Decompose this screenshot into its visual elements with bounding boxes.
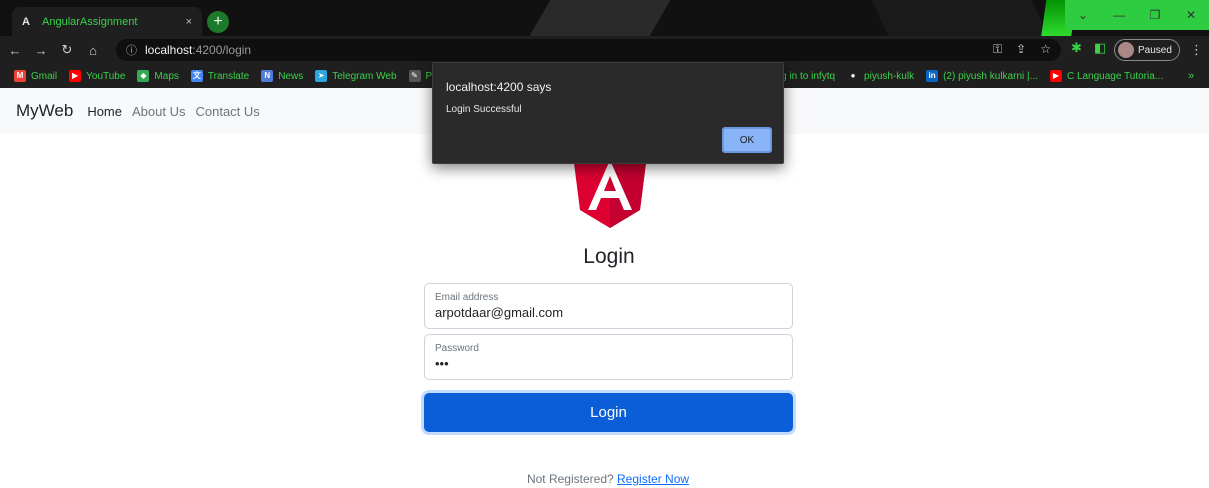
theme-shard xyxy=(529,0,671,36)
bookmark-label: C Language Tutoria... xyxy=(1066,70,1164,82)
url-path: :4200/login xyxy=(192,43,252,57)
bookmark-star-icon[interactable]: ☆ xyxy=(1040,42,1051,57)
bookmark-label: Gmail xyxy=(31,70,58,82)
bookmark-item[interactable]: ▶ C Language Tutoria... xyxy=(1049,70,1164,82)
bookmark-item[interactable]: M Gmail xyxy=(14,70,57,82)
ok-button[interactable]: OK xyxy=(722,127,772,153)
bookmark-label: Maps xyxy=(154,70,179,82)
bookmark-icon: ✎ xyxy=(408,70,421,82)
more-bookmarks-icon[interactable]: » xyxy=(1188,70,1194,82)
side-panel-icon[interactable]: ◧ xyxy=(1094,40,1106,56)
register-prompt-text: Not Registered? xyxy=(526,472,614,486)
password-value[interactable]: ••• xyxy=(435,356,782,371)
alert-dialog: localhost:4200 says Login Successful OK xyxy=(432,62,784,164)
bookmark-item[interactable]: ✎ P xyxy=(408,70,432,82)
bookmark-item[interactable]: ● piyush-kulk xyxy=(847,70,914,82)
browser-tab-bar: A AngularAssignment × + ⌄ — ❐ ✕ xyxy=(0,0,1209,36)
key-icon[interactable]: ⚿ xyxy=(993,42,1002,57)
theme-shard xyxy=(871,0,1049,36)
password-label: Password xyxy=(435,343,479,354)
bookmark-item[interactable]: ➤ Telegram Web xyxy=(315,70,397,82)
login-button[interactable]: Login xyxy=(424,393,793,432)
forward-icon[interactable]: → xyxy=(30,43,52,58)
dialog-title: localhost:4200 says xyxy=(446,80,552,94)
tab-title: AngularAssignment xyxy=(42,15,138,28)
nav-contact-us[interactable]: Contact Us xyxy=(195,104,259,119)
site-info-icon[interactable]: ⓘ xyxy=(126,42,137,58)
bookmark-icon: ◆ xyxy=(137,70,150,82)
back-icon[interactable]: ← xyxy=(4,43,26,58)
nav-home[interactable]: Home xyxy=(87,104,122,119)
email-value[interactable]: arpotdaar@gmail.com xyxy=(435,305,782,320)
home-icon[interactable]: ⌂ xyxy=(82,43,104,58)
bookmark-label: (2) piyush kulkarni |... xyxy=(943,70,1038,82)
bookmark-icon: N xyxy=(261,70,274,82)
bookmark-icon: in xyxy=(926,70,939,82)
bookmark-icon: ➤ xyxy=(315,70,328,82)
extensions-puzzle-icon[interactable]: ✱ xyxy=(1071,40,1082,56)
register-prompt: Not Registered? Register Now xyxy=(0,472,1209,486)
bookmark-icon: ▶ xyxy=(69,70,82,82)
login-heading: Login xyxy=(583,245,635,268)
register-now-link[interactable]: Register Now xyxy=(617,472,689,486)
close-window-icon[interactable]: ✕ xyxy=(1173,0,1209,30)
brand-logo[interactable]: MyWeb xyxy=(16,101,73,121)
restore-icon[interactable]: ❐ xyxy=(1137,0,1173,30)
close-tab-icon[interactable]: × xyxy=(186,16,192,28)
password-field[interactable]: Password ••• xyxy=(424,334,793,380)
email-field[interactable]: Email address arpotdaar@gmail.com xyxy=(424,283,793,329)
bookmark-item[interactable]: N News xyxy=(261,70,303,82)
minimize-icon[interactable]: — xyxy=(1101,0,1137,30)
bookmark-icon: M xyxy=(14,70,26,82)
new-tab-button[interactable]: + xyxy=(207,11,229,33)
address-bar[interactable]: ⓘ localhost :4200/login ⚿ ⇪ ☆ xyxy=(116,39,1061,61)
reload-icon[interactable]: ↻ xyxy=(56,42,78,58)
bookmark-icon: ▶ xyxy=(1049,70,1062,82)
nav-about-us[interactable]: About Us xyxy=(132,104,185,119)
bookmark-icon: ● xyxy=(847,70,860,82)
browser-toolbar: ← → ↻ ⌂ ⓘ localhost :4200/login ⚿ ⇪ ☆ ✱ … xyxy=(0,36,1209,64)
email-label: Email address xyxy=(435,292,499,303)
bookmark-label: Telegram Web xyxy=(332,70,397,82)
bookmark-label: News xyxy=(278,70,304,82)
bookmark-item[interactable]: 文 Translate xyxy=(190,70,250,82)
profile-button[interactable]: Paused xyxy=(1114,39,1180,61)
bookmark-item[interactable]: in (2) piyush kulkarni |... xyxy=(926,70,1038,82)
bookmark-label: Translate xyxy=(207,70,250,82)
angular-favicon-icon: A xyxy=(22,15,30,28)
tab-search-icon[interactable]: ⌄ xyxy=(1065,0,1101,30)
profile-status: Paused xyxy=(1138,44,1172,56)
bookmark-item[interactable]: ▶ YouTube xyxy=(69,70,125,82)
browser-menu-icon[interactable]: ⋮ xyxy=(1190,42,1203,58)
dialog-message: Login Successful xyxy=(446,104,522,115)
bookmark-icon: 文 xyxy=(190,70,203,82)
url-host: localhost xyxy=(145,43,193,57)
avatar xyxy=(1118,42,1134,58)
bookmark-item[interactable]: ◆ Maps xyxy=(137,70,179,82)
share-icon[interactable]: ⇪ xyxy=(1016,42,1026,57)
browser-tab-active[interactable]: A AngularAssignment × xyxy=(12,7,202,36)
bookmark-label: YouTube xyxy=(86,70,126,82)
bookmark-label: piyush-kulk xyxy=(864,70,915,82)
